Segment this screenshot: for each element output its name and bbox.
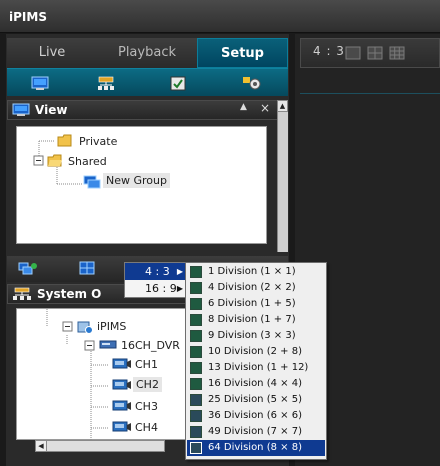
scroll-left-arrow-icon[interactable]: ◀ [35, 440, 47, 452]
camera-icon [112, 420, 132, 437]
grid-7x7-icon [190, 426, 202, 438]
menu-item-label: 4 : 3 [145, 265, 170, 278]
menu-item-division-selected[interactable]: 64 Division (8 × 8) [187, 440, 325, 456]
menu-item-division[interactable]: 4 Division (2 × 2) [187, 280, 325, 296]
folder-open-icon [47, 154, 63, 170]
menu-item-division[interactable]: 16 Division (4 × 4) [187, 376, 325, 392]
camera-icon [112, 399, 132, 416]
title-bar [0, 0, 440, 33]
dvr-icon [99, 339, 117, 353]
tab-playback[interactable]: Playback [97, 38, 197, 68]
grid-3x3-icon [190, 330, 202, 342]
tab-setup[interactable]: Setup [197, 38, 288, 68]
app-title: iPIMS [9, 10, 47, 24]
add-view-icon[interactable] [18, 261, 38, 280]
server-icon [77, 319, 93, 337]
tree-item-ch1[interactable]: CH1 [135, 358, 158, 371]
menu-item-division[interactable]: 10 Division (2 + 8) [187, 344, 325, 360]
menu-item-division[interactable]: 8 Division (1 + 7) [187, 312, 325, 328]
settings-gear-icon[interactable] [239, 72, 265, 94]
view-panel-title: View [35, 103, 68, 117]
submenu-arrow-icon: ▶ [176, 284, 183, 293]
menu-item-label: 16 : 9 [145, 282, 177, 295]
tree-item-ch3[interactable]: CH3 [135, 400, 158, 413]
menu-item-division[interactable]: 9 Division (3 × 3) [187, 328, 325, 344]
view-tree: Private Shared New Group [16, 126, 267, 244]
horizontal-scrollbar[interactable] [35, 440, 165, 452]
scroll-up-arrow-icon[interactable]: ▲ [277, 100, 288, 112]
camera-icon [112, 357, 132, 374]
grid-2-plus-8-icon [190, 346, 202, 358]
grid-1-plus-7-icon [190, 314, 202, 326]
tree-item-new-group[interactable]: New Group [103, 173, 170, 188]
menu-item-division[interactable]: 36 Division (6 × 6) [187, 408, 325, 424]
folder-icon [57, 134, 73, 150]
menu-item-division[interactable]: 49 Division (7 × 7) [187, 424, 325, 440]
system-panel-icon [12, 287, 32, 304]
grid-8x8-icon [190, 442, 202, 454]
division-menu: 1 Division (1 × 1) 4 Division (2 × 2) 6 … [185, 262, 327, 460]
menu-item-division[interactable]: 1 Division (1 × 1) [187, 264, 325, 280]
system-panel-title: System O [37, 287, 102, 301]
grid-6x6-icon [190, 410, 202, 422]
tree-item-private[interactable]: Private [79, 135, 117, 148]
nine-view-icon[interactable] [389, 46, 405, 63]
close-icon[interactable]: × [260, 101, 270, 115]
quad-view-icon[interactable] [367, 46, 383, 63]
grid-5x5-icon [190, 394, 202, 406]
tree-item-16ch-dvr[interactable]: 16CH_DVR [121, 339, 180, 352]
setup-toolbar [7, 68, 288, 96]
view-scrollbar[interactable] [277, 100, 288, 252]
single-view-icon[interactable] [345, 46, 361, 63]
layout-grid-icon[interactable] [79, 261, 95, 278]
grid-1-plus-5-icon [190, 298, 202, 310]
checklist-icon[interactable] [165, 72, 191, 94]
camera-icon [112, 378, 132, 395]
tree-item-ch2[interactable]: CH2 [133, 377, 162, 392]
menu-item-ratio-16-9[interactable]: 16 : 9 ▶ [125, 280, 187, 297]
grid-4x4-icon [190, 378, 202, 390]
view-group-icon [83, 175, 101, 193]
submenu-arrow-icon: ▶ [176, 267, 183, 276]
tree-item-shared[interactable]: Shared [68, 155, 107, 168]
menu-item-ratio-4-3[interactable]: 4 : 3 ▶ [125, 263, 187, 280]
grid-1-plus-12-icon [190, 362, 202, 374]
view-panel-icon [12, 103, 30, 120]
view-setup-icon[interactable] [27, 72, 53, 94]
menu-item-division[interactable]: 6 Division (1 + 5) [187, 296, 325, 312]
menu-item-division[interactable]: 13 Division (1 + 12) [187, 360, 325, 376]
network-setup-icon[interactable] [93, 72, 119, 94]
divider [300, 93, 440, 94]
aspect-ratio-label[interactable]: 4 : 3 [313, 44, 345, 58]
tree-item-ch4[interactable]: CH4 [135, 421, 158, 434]
collapse-icon[interactable]: ▲ [240, 102, 247, 112]
menu-item-division[interactable]: 25 Division (5 × 5) [187, 392, 325, 408]
grid-2x2-icon [190, 282, 202, 294]
tab-live[interactable]: Live [7, 38, 97, 68]
grid-1x1-icon [190, 266, 202, 278]
tree-item-ipims[interactable]: iPIMS [97, 320, 126, 333]
